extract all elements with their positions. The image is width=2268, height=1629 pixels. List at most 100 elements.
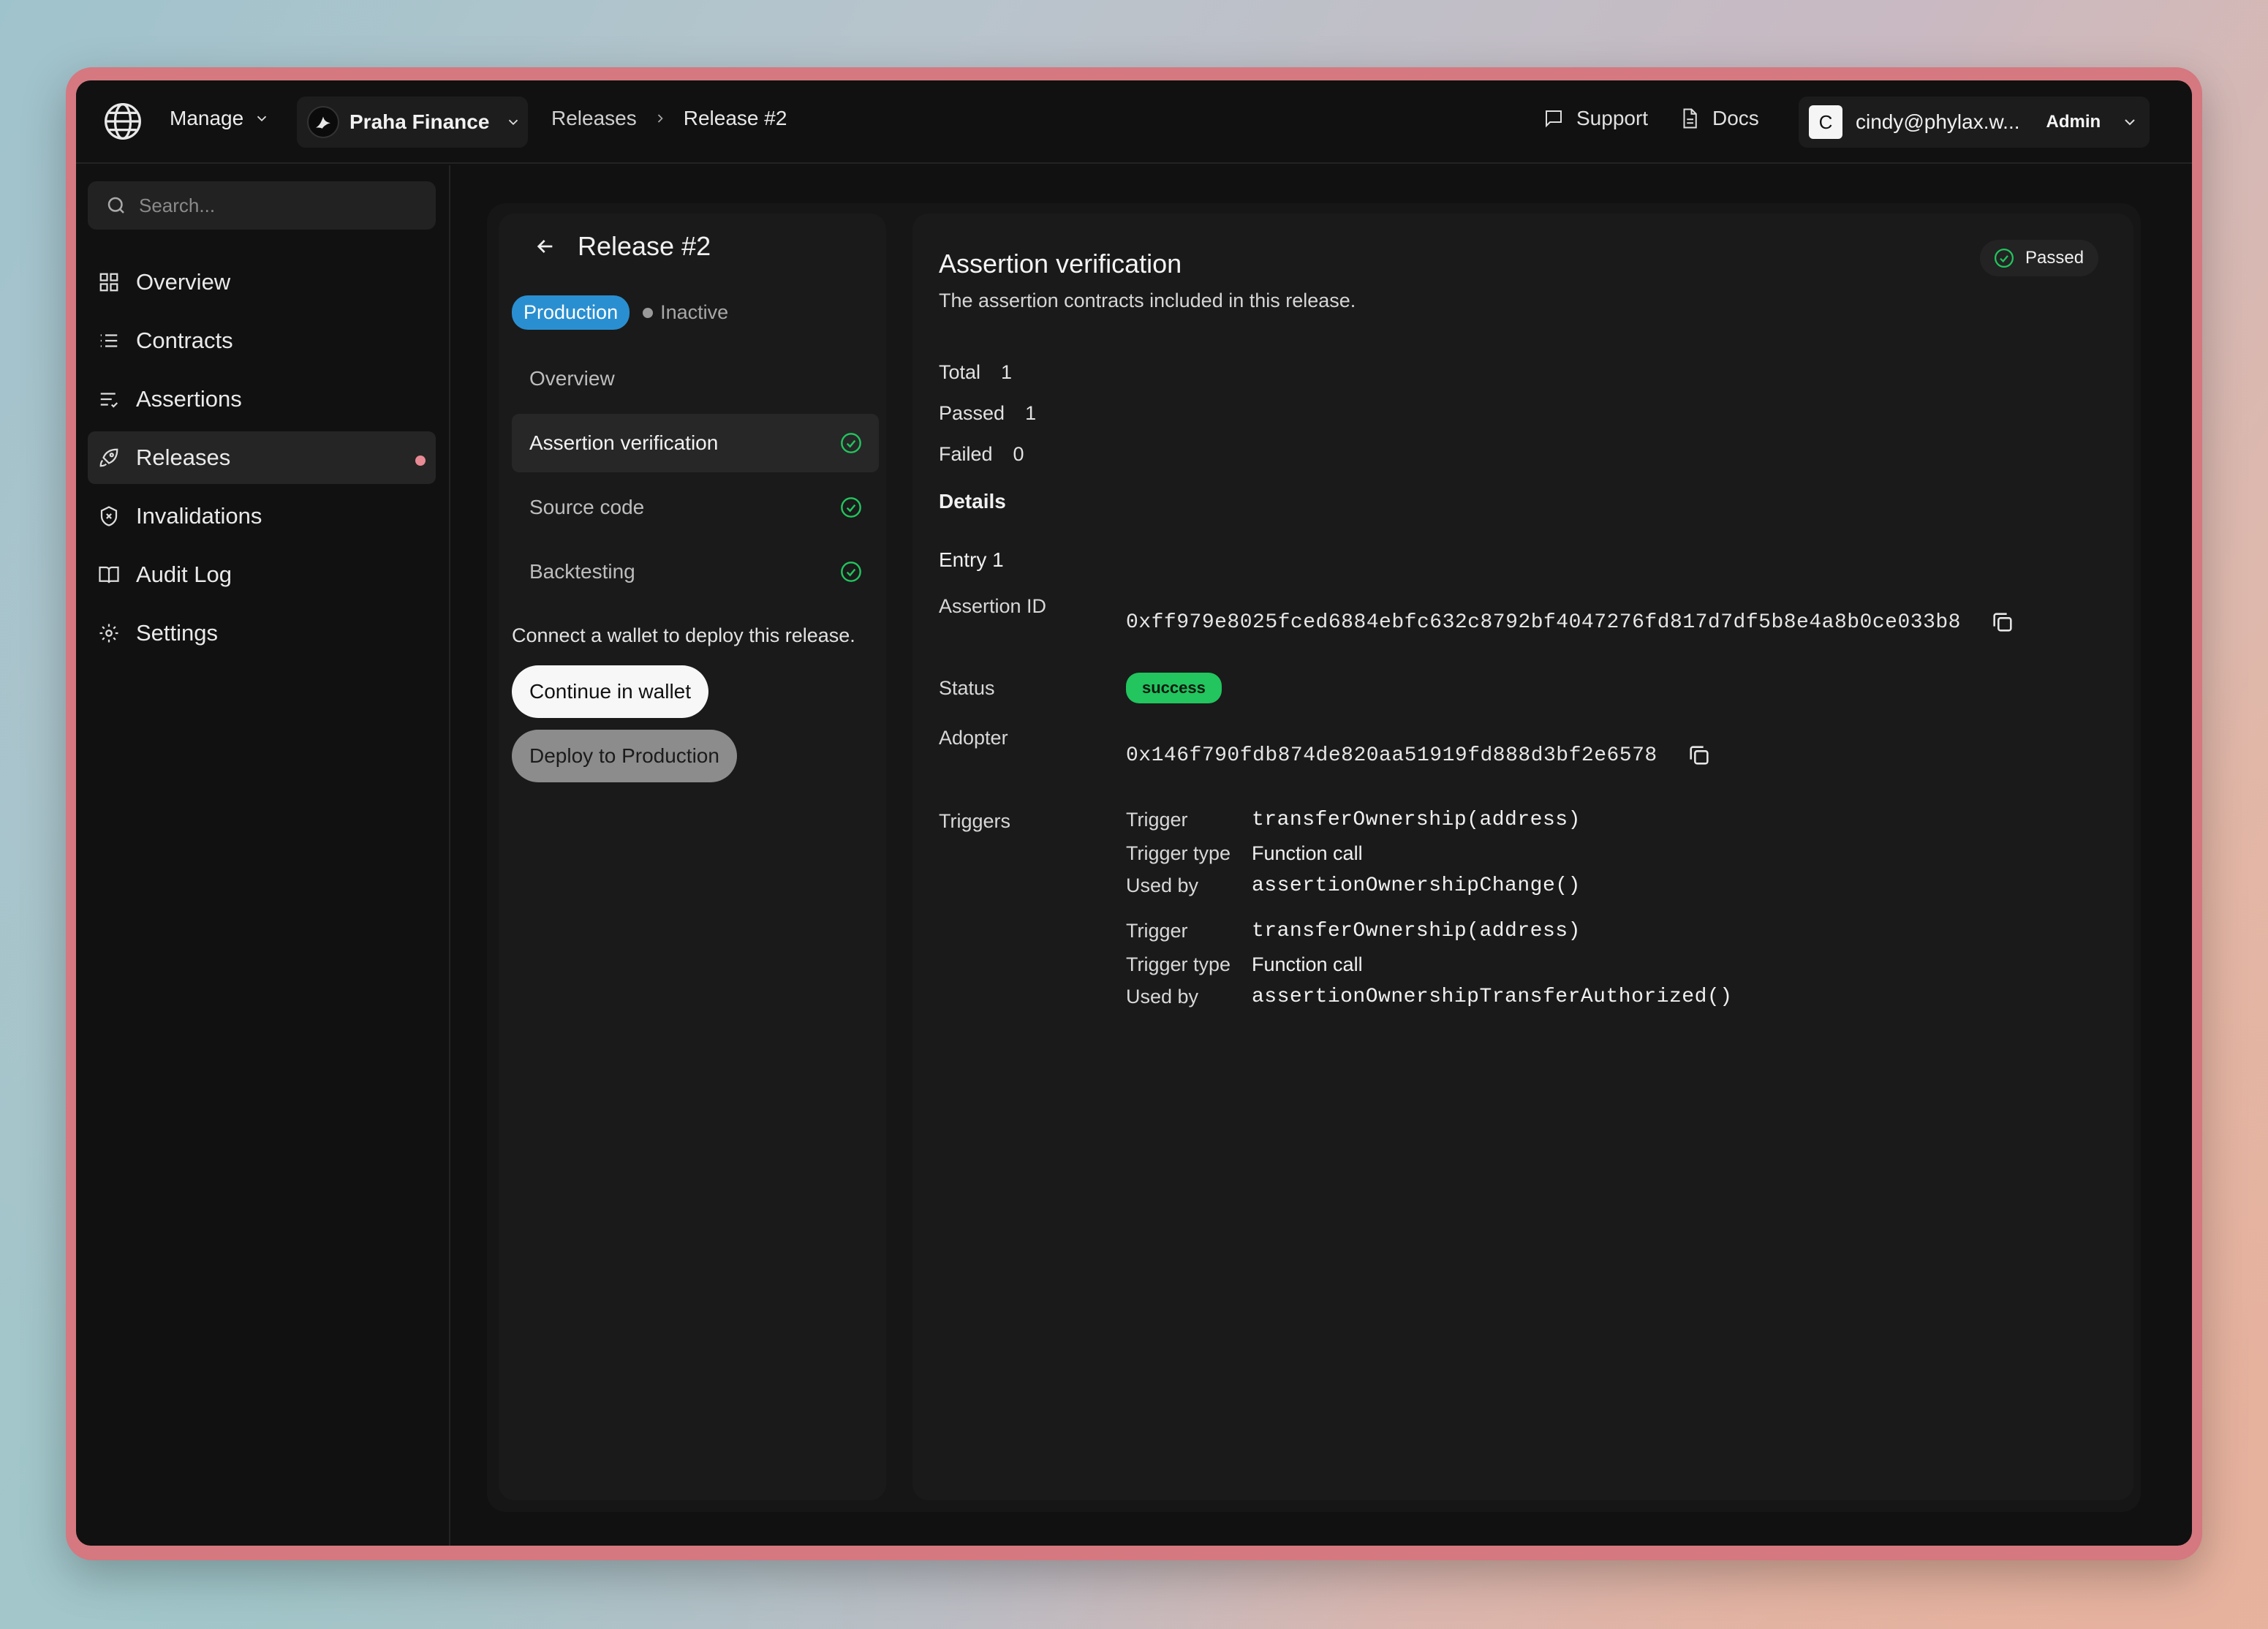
trigger-value: transferOwnership(address) bbox=[1252, 809, 1581, 831]
sidebar-item-label: Audit Log bbox=[136, 562, 232, 587]
trigger-type-value: Function call bbox=[1252, 842, 1363, 864]
chevron-down-icon bbox=[257, 116, 267, 122]
continue-in-wallet-button[interactable]: Continue in wallet bbox=[512, 665, 709, 718]
globe-icon[interactable] bbox=[102, 101, 143, 142]
step-backtesting[interactable]: Backtesting bbox=[512, 543, 879, 601]
sidebar-item-settings[interactable]: Settings bbox=[88, 607, 436, 659]
stat-failed: Failed 0 bbox=[939, 443, 1024, 466]
step-source-code[interactable]: Source code bbox=[512, 478, 879, 537]
chevron-right-icon bbox=[657, 114, 663, 123]
copy-icon[interactable] bbox=[1990, 610, 2015, 635]
search-input[interactable] bbox=[139, 194, 417, 217]
release-panel: Release #2 Production Inactive Overview … bbox=[499, 213, 886, 1500]
sidebar-item-overview[interactable]: Overview bbox=[88, 256, 436, 309]
copy-icon[interactable] bbox=[1687, 743, 1712, 768]
document-icon bbox=[1683, 108, 1697, 129]
chevron-down-icon bbox=[509, 119, 518, 126]
avatar: C bbox=[1809, 105, 1842, 139]
release-header: Release #2 bbox=[534, 231, 711, 262]
stat-value: 1 bbox=[1025, 402, 1037, 424]
step-assertion-verification[interactable]: Assertion verification bbox=[512, 414, 879, 472]
sidebar-item-audit-log[interactable]: Audit Log bbox=[88, 548, 436, 601]
shield-alert-icon bbox=[100, 506, 118, 526]
org-logo-icon bbox=[307, 106, 339, 138]
sidebar-item-contracts[interactable]: Contracts bbox=[88, 314, 436, 367]
adopter-label: Adopter bbox=[939, 727, 1008, 749]
adopter-row: 0x146f790fdb874de820aa51919fd888d3bf2e65… bbox=[1126, 743, 1712, 768]
top-bar: Manage Praha Finance Releases Release #2… bbox=[76, 80, 2192, 164]
used-by-key: Used by bbox=[1126, 986, 1199, 1008]
check-circle-icon bbox=[841, 497, 861, 518]
used-by-key: Used by bbox=[1126, 874, 1199, 896]
stat-value: 0 bbox=[1013, 443, 1024, 465]
support-link[interactable]: Support bbox=[1543, 107, 1648, 130]
book-icon bbox=[99, 566, 119, 583]
stat-label: Passed bbox=[939, 402, 1005, 424]
docs-label: Docs bbox=[1712, 107, 1759, 129]
sidebar-item-label: Releases bbox=[136, 445, 231, 470]
used-by-row: Used by assertionOwnershipTransferAuthor… bbox=[1126, 986, 1733, 1008]
rocket-icon bbox=[99, 448, 118, 467]
gear-icon bbox=[99, 624, 118, 643]
connect-wallet-text: Connect a wallet to deploy this release. bbox=[512, 624, 855, 646]
sidebar-item-label: Contracts bbox=[136, 328, 233, 353]
status-row: success bbox=[1126, 673, 1222, 703]
status-dot bbox=[643, 307, 654, 318]
trigger-type-value: Function call bbox=[1252, 953, 1363, 975]
sidebar-item-label: Settings bbox=[136, 620, 219, 646]
assertion-id-label: Assertion ID bbox=[939, 595, 1047, 617]
list-icon bbox=[100, 334, 118, 347]
status-badge: Inactive bbox=[643, 301, 728, 324]
sidebar-item-label: Invalidations bbox=[136, 503, 262, 529]
used-by-value: assertionOwnershipTransferAuthorized() bbox=[1252, 986, 1733, 1008]
chevron-down-icon bbox=[2125, 119, 2135, 126]
assertion-id-row: 0xff979e8025fced6884ebfc632c8792bf404727… bbox=[1126, 610, 2015, 635]
user-role: Admin bbox=[2046, 112, 2101, 132]
used-by-row: Used by assertionOwnershipChange() bbox=[1126, 874, 1581, 897]
release-steps: Overview Assertion verification Source c… bbox=[512, 349, 879, 607]
breadcrumb-releases[interactable]: Releases bbox=[551, 107, 637, 130]
page-title: Release #2 bbox=[578, 231, 711, 261]
details-heading: Details bbox=[939, 490, 1006, 513]
used-by-value: assertionOwnershipChange() bbox=[1252, 874, 1581, 897]
trigger-type-row: Trigger type Function call bbox=[1126, 842, 1363, 865]
deploy-to-production-button[interactable]: Deploy to Production bbox=[512, 730, 737, 782]
message-square-icon bbox=[1546, 110, 1562, 128]
org-switcher[interactable]: Praha Finance bbox=[297, 97, 528, 148]
search-box[interactable] bbox=[88, 181, 436, 230]
step-overview[interactable]: Overview bbox=[512, 349, 879, 408]
success-badge: success bbox=[1126, 673, 1222, 703]
stat-label: Failed bbox=[939, 443, 993, 465]
stat-label: Total bbox=[939, 361, 981, 383]
breadcrumb-current: Release #2 bbox=[683, 107, 787, 129]
step-label: Overview bbox=[529, 367, 615, 390]
trigger-row: Trigger transferOwnership(address) bbox=[1126, 809, 1581, 831]
sidebar-item-label: Overview bbox=[136, 269, 231, 295]
check-circle-icon bbox=[841, 562, 861, 582]
passed-label: Passed bbox=[2025, 248, 2084, 268]
manage-label: Manage bbox=[170, 107, 244, 129]
grid-icon bbox=[99, 273, 118, 292]
arrow-left-icon[interactable] bbox=[534, 235, 557, 258]
triggers-label: Triggers bbox=[939, 810, 1011, 832]
sidebar-item-invalidations[interactable]: Invalidations bbox=[88, 490, 436, 543]
manage-menu[interactable]: Manage bbox=[170, 107, 270, 130]
org-name: Praha Finance bbox=[349, 110, 490, 133]
trigger-type-row: Trigger type Function call bbox=[1126, 953, 1363, 976]
stat-total: Total 1 bbox=[939, 361, 1012, 384]
status-label: Status bbox=[939, 677, 995, 699]
list-check-icon bbox=[100, 393, 118, 408]
release-badges: Production Inactive bbox=[512, 295, 728, 330]
breadcrumb: Releases Release #2 bbox=[551, 107, 787, 130]
passed-status-badge: Passed bbox=[1980, 240, 2099, 276]
section-title: Assertion verification bbox=[939, 249, 1182, 279]
sidebar-item-releases[interactable]: Releases bbox=[88, 431, 436, 484]
notification-dot bbox=[415, 456, 426, 466]
verification-panel: Assertion verification The assertion con… bbox=[912, 213, 2133, 1500]
docs-link[interactable]: Docs bbox=[1679, 107, 1759, 130]
user-menu[interactable]: C cindy@phylax.w... Admin bbox=[1799, 97, 2150, 148]
status-label: Inactive bbox=[660, 301, 729, 323]
sidebar-item-assertions[interactable]: Assertions bbox=[88, 373, 436, 426]
check-circle-icon bbox=[841, 433, 861, 453]
trigger-value: transferOwnership(address) bbox=[1252, 920, 1581, 942]
